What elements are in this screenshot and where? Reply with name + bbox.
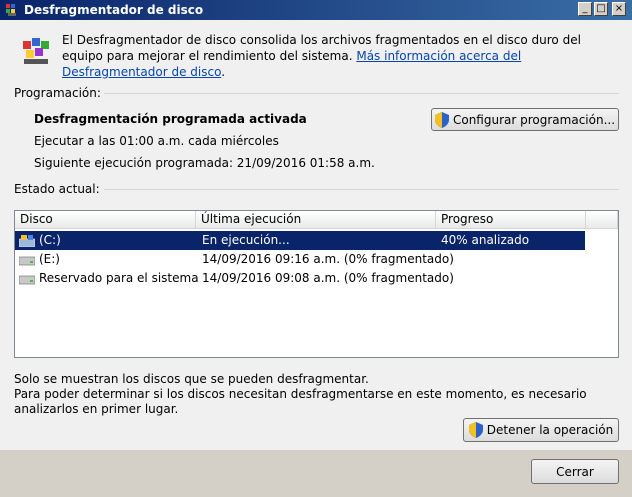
window-title: Desfragmentador de disco xyxy=(24,3,204,17)
column-header-disk[interactable]: Disco xyxy=(15,211,196,229)
uac-shield-icon xyxy=(434,111,449,128)
current-status-label: Estado actual: xyxy=(14,182,100,196)
last-run: En ejecución... xyxy=(202,233,290,247)
defrag-window: Desfragmentador de disco _ □ × El Desfra… xyxy=(0,0,632,497)
close-window-button[interactable]: × xyxy=(612,2,626,16)
last-run: 14/09/2016 09:16 a.m. (0% fragmentado) xyxy=(202,252,454,266)
hard-drive-icon xyxy=(19,256,35,266)
footer-note-1: Solo se muestran los discos que se puede… xyxy=(14,372,369,386)
stop-operation-button[interactable]: Detener la operación xyxy=(463,418,619,442)
status-separator xyxy=(104,189,619,190)
disk-list[interactable]: Disco Última ejecución Progreso (C:) En … xyxy=(14,210,619,358)
close-button[interactable]: Cerrar xyxy=(531,459,619,484)
footer-note-2: Para poder determinar si los discos nece… xyxy=(14,387,587,416)
schedule-separator xyxy=(104,93,619,94)
disk-name: Reservado para el sistema xyxy=(39,271,199,285)
column-header-progress[interactable]: Progreso xyxy=(436,211,586,229)
schedule-next-run: Siguiente ejecución programada: 21/09/20… xyxy=(34,156,375,170)
maximize-button[interactable]: □ xyxy=(594,2,608,16)
hard-drive-icon xyxy=(19,275,35,285)
footer-notes: Solo se muestran los discos que se puede… xyxy=(14,372,624,417)
minimize-button[interactable]: _ xyxy=(578,2,592,16)
close-button-label: Cerrar xyxy=(556,464,594,479)
column-header-filler xyxy=(586,211,618,229)
schedule-run-at: Ejecutar a las 01:00 a.m. cada miércoles xyxy=(34,134,279,148)
uac-shield-icon xyxy=(468,422,483,438)
disk-row-system-reserved[interactable]: Reservado para el sistema 14/09/2016 09:… xyxy=(15,269,585,288)
disk-row-e[interactable]: (E:) 14/09/2016 09:16 a.m. (0% fragmenta… xyxy=(15,250,585,269)
disk-row-c[interactable]: (C:) En ejecución... 40% analizado xyxy=(15,231,585,250)
schedule-section-label: Programación: xyxy=(14,86,101,100)
last-run: 14/09/2016 09:08 a.m. (0% fragmentado) xyxy=(202,271,454,285)
description-text: El Desfragmentador de disco consolida lo… xyxy=(62,33,581,79)
defrag-icon xyxy=(6,4,16,16)
progress: 40% analizado xyxy=(441,233,530,247)
defrag-icon xyxy=(23,38,49,64)
column-header-last-run[interactable]: Última ejecución xyxy=(196,211,436,229)
bottom-bar: Cerrar xyxy=(0,450,632,497)
configure-schedule-button[interactable]: Configurar programación... xyxy=(431,108,619,131)
schedule-status: Desfragmentación programada activada xyxy=(34,112,307,126)
title-bar[interactable]: Desfragmentador de disco _ □ × xyxy=(0,0,632,20)
stop-operation-label: Detener la operación xyxy=(486,423,614,437)
disk-name: (E:) xyxy=(39,252,60,266)
system-drive-icon xyxy=(19,235,35,247)
main-content: El Desfragmentador de disco consolida lo… xyxy=(0,20,632,450)
configure-schedule-label: Configurar programación... xyxy=(452,112,616,127)
disk-name: (C:) xyxy=(39,233,61,247)
